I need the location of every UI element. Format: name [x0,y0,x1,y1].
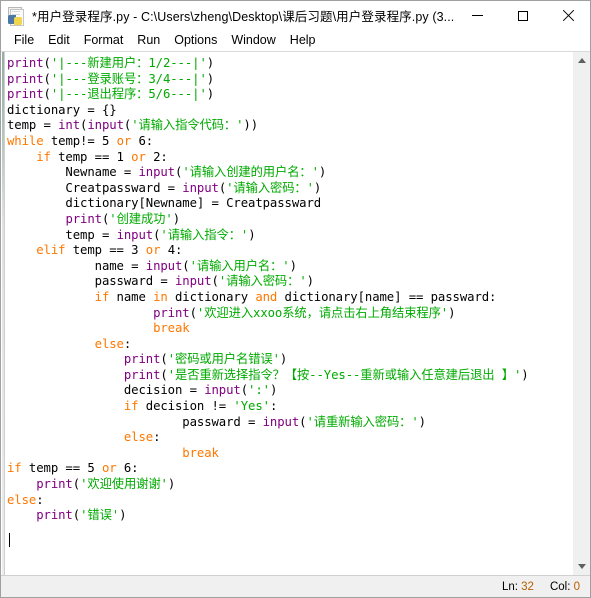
source-code[interactable]: print('|---新建用户：1/2---|') print('|---登录账… [7,56,572,524]
window-title: *用户登录程序.py - C:\Users\zheng\Desktop\课后习题… [32,10,455,24]
scrollbar-track[interactable] [573,69,590,558]
menu-item-window[interactable]: Window [224,31,282,50]
col-label: Col: [549,580,571,593]
menu-bar: File Edit Format Run Options Window Help [1,30,590,52]
line-label: Ln: [501,580,518,593]
status-bar: Ln: 32 Col: 0 [1,575,590,597]
menu-item-run[interactable]: Run [130,31,167,50]
menu-item-help[interactable]: Help [283,31,323,50]
text-cursor [9,533,10,548]
line-indicator: Ln: 32 [502,581,534,593]
scroll-up-icon [577,58,586,63]
scroll-up-button[interactable] [573,52,590,69]
window-controls [455,1,590,30]
col-value: 0 [573,580,580,593]
scroll-down-icon [577,564,586,569]
editor-region: print('|---新建用户：1/2---|') print('|---登录账… [1,52,590,575]
maximize-icon [517,10,528,21]
menu-item-options[interactable]: Options [167,31,224,50]
menu-item-edit[interactable]: Edit [41,31,77,50]
menu-item-file[interactable]: File [7,31,41,50]
close-button[interactable] [545,1,590,30]
close-icon [562,10,574,22]
scrollbar-thumb[interactable] [573,69,590,558]
minimize-button[interactable] [455,1,500,30]
title-bar: *用户登录程序.py - C:\Users\zheng\Desktop\课后习题… [1,1,590,30]
idle-editor-window: *用户登录程序.py - C:\Users\zheng\Desktop\课后习题… [0,0,591,598]
menu-item-format[interactable]: Format [77,31,131,50]
column-indicator: Col: 0 [550,581,580,593]
vertical-scrollbar[interactable] [572,52,590,575]
maximize-button[interactable] [500,1,545,30]
scroll-down-button[interactable] [573,558,590,575]
minimize-icon [472,15,483,16]
line-value: 32 [521,580,534,593]
python-file-icon [6,6,26,26]
code-text-area[interactable]: print('|---新建用户：1/2---|') print('|---登录账… [5,52,572,575]
